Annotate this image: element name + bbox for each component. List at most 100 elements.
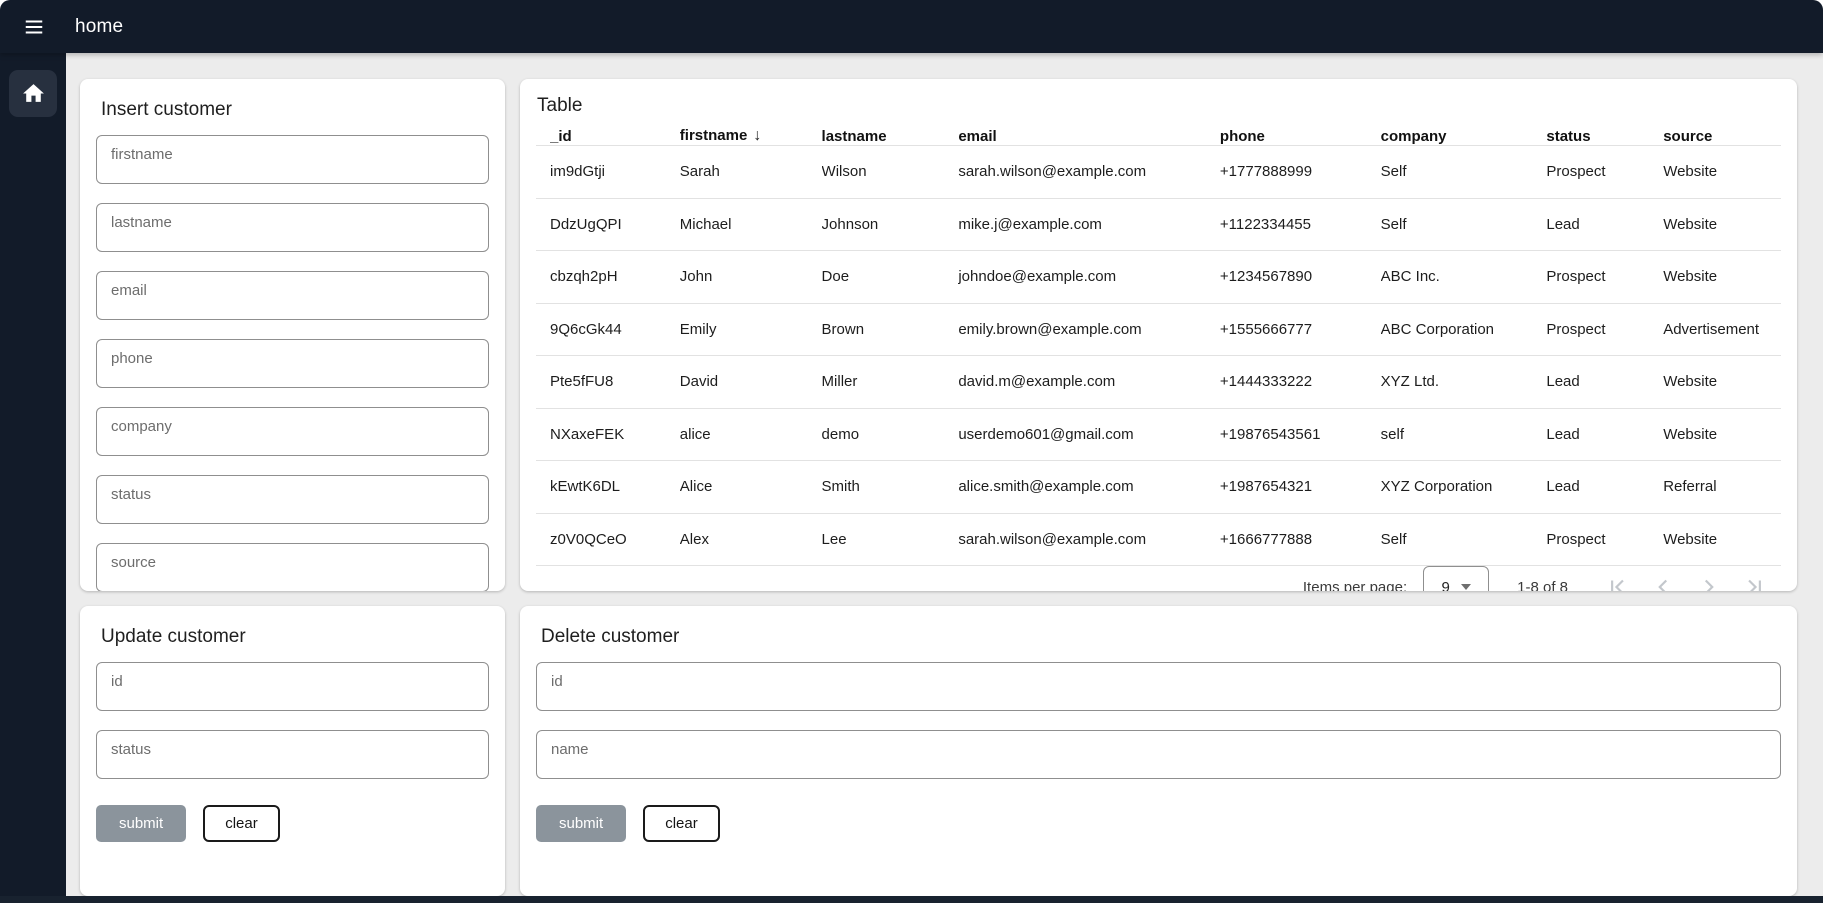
hamburger-menu-icon[interactable] (18, 11, 50, 43)
table-row: z0V0QCeO Alex Lee sarah.wilson@example.c… (536, 514, 1781, 567)
delete-form (536, 662, 1781, 779)
cell-id: z0V0QCeO (550, 531, 680, 548)
cell-id: Pte5fFU8 (550, 373, 680, 390)
cell-id: NXaxeFEK (550, 426, 680, 443)
cell-firstname: John (680, 268, 822, 285)
cell-source: Website (1663, 163, 1781, 180)
paginator-range-label: 1-8 of 8 (1517, 579, 1568, 592)
column-header-lastname[interactable]: lastname (822, 128, 959, 145)
insert-customer-field[interactable] (96, 135, 489, 184)
update-customer-field[interactable] (96, 662, 489, 711)
cell-source: Website (1663, 426, 1781, 443)
items-per-page-select[interactable]: 9 (1423, 566, 1489, 591)
cell-company: ABC Inc. (1381, 268, 1547, 285)
delete-customer-field[interactable] (536, 730, 1781, 779)
topbar: home (0, 0, 1823, 53)
cell-lastname: Brown (822, 321, 959, 338)
table-row: cbzqh2pH John Doe johndoe@example.com +1… (536, 251, 1781, 304)
left-column: Insert customer (80, 79, 505, 896)
insert-customer-field[interactable] (96, 543, 489, 591)
chevron-down-icon (1461, 584, 1471, 590)
delete-customer-card: Delete customer submit clear (520, 606, 1797, 896)
cell-email: alice.smith@example.com (958, 478, 1220, 495)
cell-status: Prospect (1546, 163, 1663, 180)
insert-form (96, 135, 489, 591)
cell-status: Prospect (1546, 268, 1663, 285)
cell-email: userdemo601@gmail.com (958, 426, 1220, 443)
column-header-firstname-label: firstname (680, 127, 748, 144)
first-page-button[interactable] (1600, 571, 1633, 592)
delete-customer-field[interactable] (536, 662, 1781, 711)
cell-firstname: Alex (680, 531, 822, 548)
cell-lastname: Wilson (822, 163, 959, 180)
cell-id: cbzqh2pH (550, 268, 680, 285)
cell-company: Self (1381, 531, 1547, 548)
insert-customer-field[interactable] (96, 475, 489, 524)
cell-company: Self (1381, 216, 1547, 233)
cell-phone: +19876543561 (1220, 426, 1381, 443)
update-button-row: submit clear (96, 805, 489, 842)
cell-status: Lead (1546, 426, 1663, 443)
sidebar-item-home[interactable] (9, 70, 57, 117)
insert-customer-field[interactable] (96, 339, 489, 388)
cell-company: self (1381, 426, 1547, 443)
cell-email: david.m@example.com (958, 373, 1220, 390)
column-header-firstname[interactable]: firstname ↓ (680, 127, 822, 145)
column-header-email[interactable]: email (958, 128, 1220, 145)
cell-email: mike.j@example.com (958, 216, 1220, 233)
cell-id: kEwtK6DL (550, 478, 680, 495)
cell-source: Advertisement (1663, 321, 1781, 338)
window-bottom-frame (0, 896, 1823, 903)
cell-status: Prospect (1546, 321, 1663, 338)
table-body: im9dGtji Sarah Wilson sarah.wilson@examp… (536, 146, 1781, 566)
cell-company: XYZ Ltd. (1381, 373, 1547, 390)
column-header-status[interactable]: status (1546, 128, 1663, 145)
cell-email: sarah.wilson@example.com (958, 163, 1220, 180)
cell-status: Prospect (1546, 531, 1663, 548)
next-page-button[interactable] (1692, 571, 1725, 592)
items-per-page-value: 9 (1441, 579, 1449, 592)
previous-page-button[interactable] (1646, 571, 1679, 592)
cell-lastname: Miller (822, 373, 959, 390)
insert-customer-field[interactable] (96, 203, 489, 252)
cell-email: johndoe@example.com (958, 268, 1220, 285)
app-screen: home Insert customer (0, 0, 1827, 905)
update-submit-button[interactable]: submit (96, 805, 186, 842)
delete-submit-button[interactable]: submit (536, 805, 626, 842)
table-row: Pte5fFU8 David Miller david.m@example.co… (536, 356, 1781, 409)
cell-firstname: Sarah (680, 163, 822, 180)
update-clear-button[interactable]: clear (203, 805, 280, 842)
app-window: home Insert customer (0, 0, 1823, 903)
chevron-right-icon (1696, 574, 1722, 591)
table-row: im9dGtji Sarah Wilson sarah.wilson@examp… (536, 146, 1781, 199)
cell-phone: +1666777888 (1220, 531, 1381, 548)
cell-source: Website (1663, 268, 1781, 285)
delete-clear-button[interactable]: clear (643, 805, 720, 842)
scrollbar[interactable] (1823, 0, 1827, 905)
cell-status: Lead (1546, 478, 1663, 495)
insert-customer-field[interactable] (96, 271, 489, 320)
cell-email: sarah.wilson@example.com (958, 531, 1220, 548)
column-header-id[interactable]: _id (550, 128, 680, 145)
sidebar (0, 53, 66, 896)
cell-lastname: demo (822, 426, 959, 443)
home-icon (21, 81, 46, 106)
right-column: Table _id firstname↓ lastname email phon… (520, 79, 1797, 896)
paginator: Items per page: 9 1-8 of 8 (536, 566, 1781, 591)
cell-company: ABC Corporation (1381, 321, 1547, 338)
column-header-phone[interactable]: phone (1220, 128, 1381, 145)
cell-phone: +1234567890 (1220, 268, 1381, 285)
cell-id: im9dGtji (550, 163, 680, 180)
cell-source: Website (1663, 216, 1781, 233)
column-header-company[interactable]: company (1381, 128, 1547, 145)
insert-customer-field[interactable] (96, 407, 489, 456)
cell-company: Self (1381, 163, 1547, 180)
column-header-source[interactable]: source (1663, 128, 1781, 145)
sort-desc-icon[interactable]: ↓ (753, 127, 761, 144)
cell-phone: +1444333222 (1220, 373, 1381, 390)
items-per-page-label: Items per page: (1303, 579, 1407, 592)
last-page-button[interactable] (1738, 571, 1771, 592)
cell-firstname: Michael (680, 216, 822, 233)
cell-firstname: alice (680, 426, 822, 443)
update-customer-field[interactable] (96, 730, 489, 779)
